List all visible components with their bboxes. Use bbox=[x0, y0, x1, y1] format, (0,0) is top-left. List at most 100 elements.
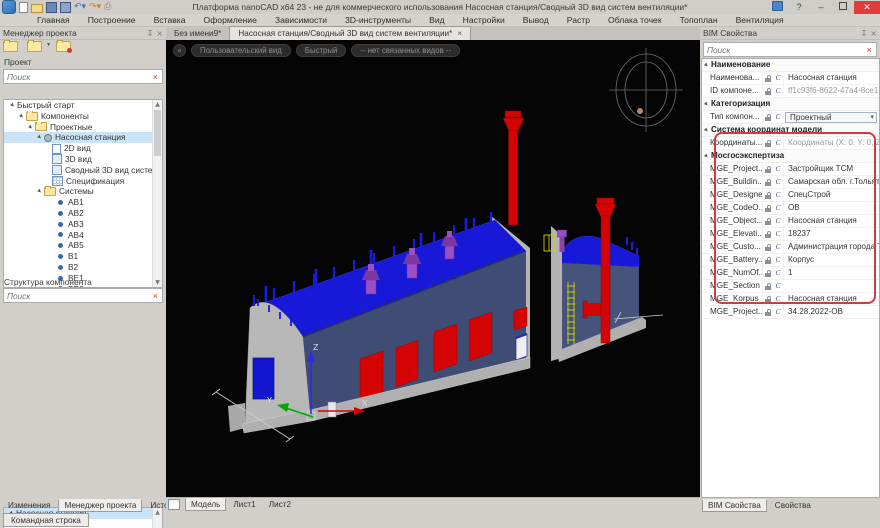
menu-insert[interactable]: Вставка bbox=[145, 14, 195, 27]
bim-search-clear-icon[interactable]: × bbox=[863, 44, 876, 56]
tree-item-av1[interactable]: АВ1 bbox=[4, 197, 162, 208]
new-project-folder-icon[interactable] bbox=[3, 41, 18, 52]
doc-tab-pump-station[interactable]: Насосная станция/Сводный 3D вид систем в… bbox=[229, 26, 471, 40]
menu-view[interactable]: Вид bbox=[420, 14, 454, 27]
tree-item-project-folder[interactable]: ▸Проектные bbox=[4, 122, 162, 133]
project-search[interactable]: × bbox=[3, 69, 163, 84]
open-file-icon[interactable] bbox=[31, 4, 43, 13]
prop-row-mge[interactable]: MGE_NumOf...C1 bbox=[702, 267, 879, 280]
collapse-views-button[interactable]: « bbox=[173, 44, 186, 57]
structure-search-input[interactable] bbox=[4, 291, 149, 301]
prop-group[interactable]: ▸Система координат модели bbox=[702, 124, 879, 137]
project-search-input[interactable] bbox=[4, 72, 149, 82]
menu-settings[interactable]: Настройки bbox=[454, 14, 514, 27]
type-combobox[interactable]: Проектный bbox=[785, 112, 877, 123]
prop-row-type[interactable]: Тип компон...CПроектный bbox=[702, 111, 879, 124]
tab-sheet2[interactable]: Лист2 bbox=[263, 498, 297, 511]
3d-model-canvas[interactable]: Z Y X bbox=[166, 40, 700, 497]
tab-model[interactable]: Модель bbox=[185, 498, 226, 511]
prop-row-mge[interactable]: MGE_Project...CЗастройщик ТСМ bbox=[702, 163, 879, 176]
tree-item-av5[interactable]: АВ5 bbox=[4, 240, 162, 251]
doc-tab-unnamed[interactable]: Без имени9* bbox=[166, 27, 229, 40]
prop-row-mge[interactable]: MGE_KorpusCНасосная станция bbox=[702, 293, 879, 306]
save-icon[interactable] bbox=[46, 2, 57, 13]
tab-project-manager[interactable]: Менеджер проекта bbox=[58, 499, 142, 512]
pin-icon[interactable]: ↧ bbox=[147, 29, 154, 38]
command-line-button[interactable]: Командная строка bbox=[3, 513, 89, 527]
minimize-button[interactable]: – bbox=[810, 1, 832, 14]
help-button[interactable]: ? bbox=[788, 1, 810, 14]
menu-main[interactable]: Главная bbox=[28, 14, 79, 27]
window-app-icon[interactable] bbox=[766, 1, 788, 14]
prop-row-mge[interactable]: MGE_CodeO...CОВ bbox=[702, 202, 879, 215]
menu-annotate[interactable]: Оформление bbox=[195, 14, 266, 27]
save-as-icon[interactable] bbox=[60, 2, 71, 13]
bim-pin-icon[interactable]: ↧ bbox=[861, 29, 868, 38]
prop-group[interactable]: ▸Наименование bbox=[702, 59, 879, 72]
tree-item-v2[interactable]: В2 bbox=[4, 262, 162, 273]
bim-search[interactable]: × bbox=[703, 42, 877, 57]
tree-item-quick-start[interactable]: ▸Быстрый старт bbox=[4, 100, 162, 111]
prop-row-name[interactable]: Наименова...CНасосная станция bbox=[702, 72, 879, 85]
open-project-folder-icon[interactable] bbox=[27, 41, 42, 52]
project-search-clear-icon[interactable]: × bbox=[149, 71, 162, 83]
tree-item-specification[interactable]: Спецификация bbox=[4, 176, 162, 187]
tree-item-3d-view[interactable]: 3D вид bbox=[4, 154, 162, 165]
linked-views-badge[interactable]: -- нет связанных видов -- bbox=[351, 44, 460, 57]
tree-item-systems[interactable]: ▸Системы bbox=[4, 186, 162, 197]
prop-row-mge[interactable]: MGE_Elevati...C18237 bbox=[702, 228, 879, 241]
menu-raster[interactable]: Растр bbox=[558, 14, 599, 27]
menu-topoplan[interactable]: Топоплан bbox=[671, 14, 727, 27]
prop-row-mge[interactable]: MGE_Custo...CАдминистрация города Тольят… bbox=[702, 241, 879, 254]
tree-item-av4[interactable]: АВ4 bbox=[4, 230, 162, 241]
prop-row-mge[interactable]: MGE_Object...CНасосная станция bbox=[702, 215, 879, 228]
menu-output[interactable]: Вывод bbox=[514, 14, 558, 27]
menu-constraints[interactable]: Зависимости bbox=[266, 14, 336, 27]
prop-row-mge[interactable]: MGE_DesignerCСпецСтрой bbox=[702, 189, 879, 202]
new-file-icon[interactable] bbox=[19, 2, 28, 13]
menu-point-clouds[interactable]: Облака точек bbox=[599, 14, 671, 27]
tree-item-v1[interactable]: В1 bbox=[4, 251, 162, 262]
structure-search-clear-icon[interactable]: × bbox=[149, 290, 162, 302]
navigation-sphere-icon[interactable] bbox=[609, 48, 683, 132]
tree-item-2d-view[interactable]: 2D вид bbox=[4, 143, 162, 154]
doc-tab-close-icon[interactable]: × bbox=[457, 29, 462, 38]
tree-item-av2[interactable]: АВ2 bbox=[4, 208, 162, 219]
3d-viewport[interactable]: Z Y X « Пользовательский вид Быстрый -- … bbox=[166, 40, 700, 497]
structure-search[interactable]: × bbox=[3, 288, 163, 303]
menu-3d-tools[interactable]: 3D-инструменты bbox=[336, 14, 420, 27]
open-project-dropdown-icon[interactable]: ▾ bbox=[47, 41, 50, 52]
menu-draw[interactable]: Построение bbox=[79, 14, 145, 27]
sheet-list-icon[interactable] bbox=[168, 499, 180, 510]
print-icon[interactable]: ⎙ bbox=[104, 2, 111, 12]
tree-item-pump-station[interactable]: ▸Насосная станция bbox=[4, 132, 162, 143]
redo-icon[interactable]: ↷▾ bbox=[89, 2, 101, 12]
tree-item-components[interactable]: ▸Компоненты bbox=[4, 111, 162, 122]
close-project-folder-icon[interactable] bbox=[56, 41, 71, 52]
tab-bim-properties[interactable]: BIM Свойства bbox=[702, 499, 767, 512]
prop-row-mge[interactable]: MGE_SectionC bbox=[702, 280, 879, 293]
property-grid: ▸Наименование Наименова...CНасосная стан… bbox=[701, 58, 880, 498]
tab-sheet1[interactable]: Лист1 bbox=[227, 498, 261, 511]
maximize-button[interactable] bbox=[832, 1, 854, 14]
panel-close-icon[interactable]: × bbox=[156, 29, 163, 38]
prop-row-mge[interactable]: MGE_Battery...CКорпус bbox=[702, 254, 879, 267]
tree-item-summary-3d-view[interactable]: Сводный 3D вид систем вентиляции bbox=[4, 165, 162, 176]
prop-row-coords[interactable]: Координаты...CКоординаты (X: 0, Y: 0, Z:… bbox=[702, 137, 879, 150]
tab-changes[interactable]: Изменения bbox=[2, 499, 56, 512]
project-tree-scrollbar[interactable]: ▲▼ bbox=[152, 100, 162, 287]
undo-icon[interactable]: ↶▾ bbox=[74, 2, 86, 12]
bim-close-icon[interactable]: × bbox=[870, 29, 877, 38]
prop-row-mge[interactable]: MGE_Buildin...CСамарская обл. г.Тольятти… bbox=[702, 176, 879, 189]
prop-row-mge[interactable]: MGE_Project...C34.28.2022-ОВ bbox=[702, 306, 879, 319]
tab-properties[interactable]: Свойства bbox=[769, 499, 817, 512]
close-button[interactable]: ✕ bbox=[854, 1, 880, 14]
menu-ventilation[interactable]: Вентиляция bbox=[727, 14, 793, 27]
tree-item-av3[interactable]: АВ3 bbox=[4, 219, 162, 230]
visual-style-badge[interactable]: Быстрый bbox=[296, 44, 347, 57]
prop-group[interactable]: ▸Категоризация bbox=[702, 98, 879, 111]
bim-search-input[interactable] bbox=[704, 45, 863, 55]
view-name-badge[interactable]: Пользовательский вид bbox=[191, 44, 291, 57]
prop-row-id[interactable]: ID компоне...Cff1c93f6-8622-47a4-8ce1-6d… bbox=[702, 85, 879, 98]
prop-group-mge[interactable]: ▸Мосгосэкспертиза bbox=[702, 150, 879, 163]
